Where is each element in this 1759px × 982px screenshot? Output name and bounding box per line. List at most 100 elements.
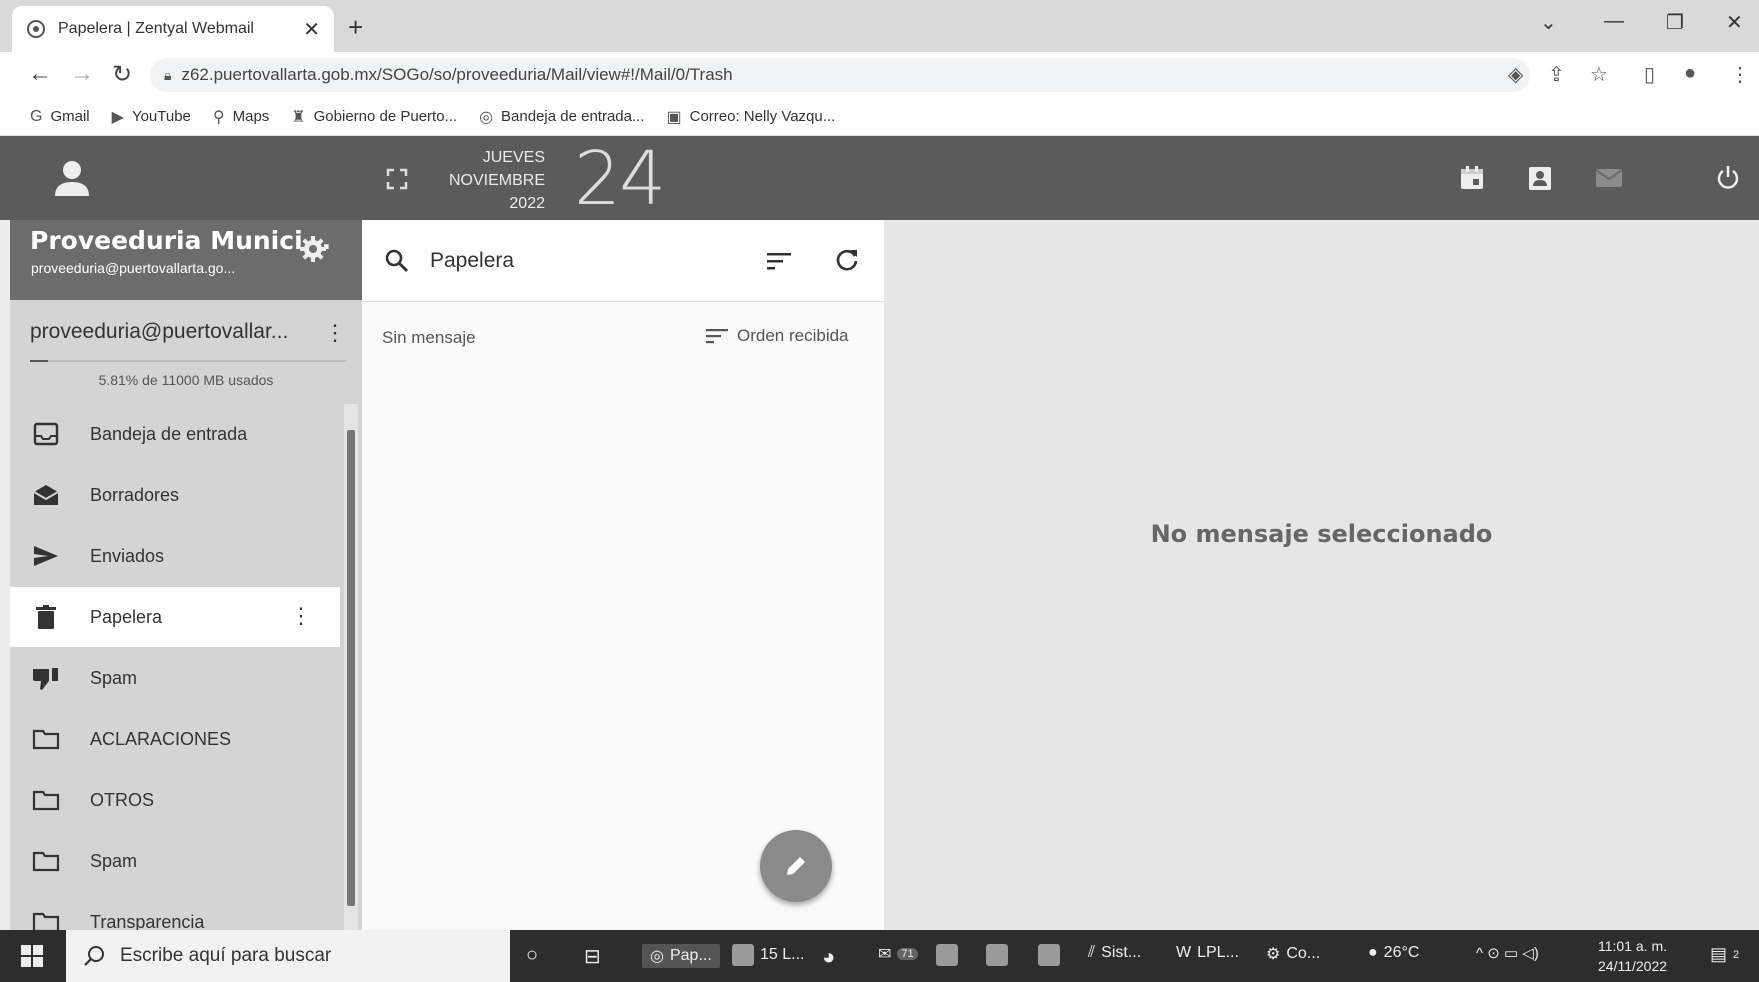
folder-otros[interactable]: OTROS — [10, 770, 340, 830]
system-app-icon: ⫽ — [1088, 944, 1096, 961]
quota-text: 5.81% de 11000 MB usados — [98, 372, 274, 388]
mailbox-menu-icon[interactable]: ⋮ — [324, 320, 346, 346]
tab-close-icon[interactable]: ✕ — [303, 17, 320, 42]
taskbar: Escribe aquí para buscar ○ ⊟ ◎ Pap... 15 … — [0, 930, 1759, 982]
bookmark-gmail[interactable]: G Gmail — [30, 108, 90, 126]
weather-widget[interactable]: ● 26°C — [1368, 944, 1419, 962]
taskbar-app-calculator[interactable] — [936, 944, 958, 966]
taskbar-app-sist[interactable]: ⫽ Sist... — [1088, 944, 1141, 962]
quota-bar — [30, 360, 346, 362]
contacts-icon[interactable] — [1526, 164, 1554, 192]
share-icon[interactable]: ⇪ — [1548, 62, 1565, 87]
send-icon — [34, 546, 58, 566]
search-icon[interactable] — [384, 248, 410, 274]
webmail-icon: ◎ — [479, 108, 494, 126]
thumb-down-icon — [33, 668, 58, 690]
folder-label: OTROS — [90, 789, 155, 810]
folder-inbox[interactable]: Bandeja de entrada — [10, 404, 340, 464]
folder-transparencia[interactable]: Transparencia — [10, 892, 340, 930]
taskbar-app-mail[interactable]: ✉ 71 — [878, 944, 918, 964]
folder-drafts[interactable]: Borradores — [10, 465, 340, 525]
address-toolbar: ← → ↻ 🔒︎ z62.puertovallarta.gob.mx/SOGo/… — [0, 52, 1759, 98]
folder-trash[interactable]: Papelera ⋮ — [10, 587, 340, 647]
taskbar-app-chrome[interactable]: ◎ Pap... — [642, 944, 720, 968]
bookmark-bandeja[interactable]: ◎ Bandeja de entrada... — [479, 107, 644, 127]
calendar-icon[interactable] — [1458, 164, 1486, 192]
task-view-icon[interactable]: ⊟ — [584, 944, 601, 969]
profile-icon[interactable]: ● — [1684, 62, 1696, 85]
message-list-pane: Papelera Sin mensaje Orden recibida — [362, 220, 884, 930]
bookmarks-bar: G Gmail ▶ YouTube ⚲ Maps ♜ Gobierno de Puert… — [0, 98, 1759, 136]
back-button[interactable]: ← — [28, 60, 52, 88]
bookmark-star-icon[interactable]: ☆ — [1590, 62, 1608, 87]
mailbox-account[interactable]: proveeduria@puertovallar... — [30, 320, 288, 344]
tab-favicon-icon — [27, 20, 45, 38]
sidebar-scrollbar[interactable] — [344, 404, 358, 930]
taskbar-app-edge[interactable]: ◕ — [822, 944, 835, 970]
notifications-icon[interactable]: ▤ 2 — [1710, 944, 1739, 965]
sort-order-button[interactable]: Orden recibida — [705, 326, 849, 346]
taskbar-clock[interactable]: 11:01 a. m. 24/11/2022 — [1598, 936, 1667, 976]
mail-icon[interactable] — [1594, 164, 1624, 192]
folder-spam-custom[interactable]: Spam — [10, 831, 340, 891]
side-panel-icon[interactable]: ▯ — [1644, 62, 1655, 87]
sidebar: Proveeduria Munici... proveeduria@puerto… — [10, 220, 362, 930]
compose-button[interactable] — [760, 830, 832, 902]
sort-icon[interactable] — [766, 250, 792, 272]
drafts-icon — [33, 485, 59, 505]
trash-icon — [36, 605, 56, 629]
document-icon — [732, 944, 754, 966]
chrome-icon: ◎ — [650, 948, 664, 965]
taskbar-app-settings[interactable]: ⚙ Co... — [1266, 944, 1320, 964]
reload-button[interactable]: ↻ — [112, 60, 132, 89]
taskbar-app-notes[interactable] — [1038, 944, 1060, 966]
quota-fill — [30, 360, 49, 362]
url-bar[interactable]: 🔒︎ z62.puertovallarta.gob.mx/SOGo/so/pro… — [150, 58, 1530, 92]
weekday-label: JUEVES — [482, 149, 545, 166]
menu-dots-icon[interactable]: ⋮ — [1730, 62, 1750, 87]
folder-spam[interactable]: Spam — [10, 648, 340, 708]
restore-button[interactable]: ❐ — [1666, 10, 1684, 35]
government-icon: ♜ — [291, 108, 306, 126]
day-number: 24 — [574, 136, 666, 222]
minimize-button[interactable]: — — [1604, 10, 1624, 33]
folder-label: Spam — [90, 667, 138, 688]
system-tray-icons[interactable]: ^ ⊙ ▭ ◁) — [1476, 944, 1539, 962]
google-icon: G — [30, 107, 43, 125]
refresh-icon[interactable] — [834, 247, 860, 273]
folder-list: Bandeja de entrada Borradores Enviados P… — [10, 404, 340, 930]
folder-title: Papelera — [430, 249, 515, 272]
mail-icon: ✉ — [878, 946, 892, 963]
search-icon — [84, 946, 104, 966]
bookmark-youtube[interactable]: ▶ YouTube — [112, 107, 191, 127]
browser-tab[interactable]: Papelera | Zentyal Webmail ✕ — [12, 6, 334, 52]
forward-button[interactable]: → — [70, 60, 94, 88]
bookmark-maps[interactable]: ⚲ Maps — [213, 107, 269, 127]
settings-gear-icon[interactable] — [298, 234, 328, 264]
scrollbar-thumb[interactable] — [347, 430, 355, 906]
browser-tabstrip: Papelera | Zentyal Webmail ✕ + ⌄ — ❐ ✕ — [0, 0, 1759, 52]
extension-icon[interactable]: ◈ — [1508, 62, 1523, 87]
folder-sent[interactable]: Enviados — [10, 526, 340, 586]
tab-search-icon[interactable]: ⌄ — [1540, 10, 1557, 35]
fullscreen-icon[interactable] — [386, 168, 408, 190]
folder-label: Spam — [90, 850, 138, 871]
account-email: proveeduria@puertovallarta.go... — [31, 260, 236, 276]
outlook-icon: ▣ — [666, 108, 682, 126]
folder-aclaraciones[interactable]: ACLARACIONES — [10, 709, 340, 769]
power-icon[interactable] — [1714, 164, 1742, 192]
taskbar-app-photos[interactable] — [986, 944, 1008, 966]
sort-order-label: Orden recibida — [737, 326, 849, 345]
folder-label: Borradores — [90, 484, 180, 505]
taskbar-app-word[interactable]: W LPL... — [1176, 944, 1239, 962]
bookmark-gobierno[interactable]: ♜ Gobierno de Puerto... — [291, 107, 457, 127]
bookmark-correo[interactable]: ▣ Correo: Nelly Vazqu... — [667, 107, 836, 127]
photos-icon — [986, 944, 1008, 966]
close-window-button[interactable]: ✕ — [1726, 10, 1743, 35]
windows-start-icon[interactable] — [20, 944, 44, 968]
new-tab-button[interactable]: + — [348, 12, 363, 43]
taskbar-search-box[interactable]: Escribe aquí para buscar — [66, 930, 510, 982]
cortana-icon[interactable]: ○ — [526, 944, 538, 967]
taskbar-app-files[interactable]: 15 L... — [732, 944, 804, 966]
folder-menu-icon[interactable]: ⋮ — [290, 603, 312, 629]
